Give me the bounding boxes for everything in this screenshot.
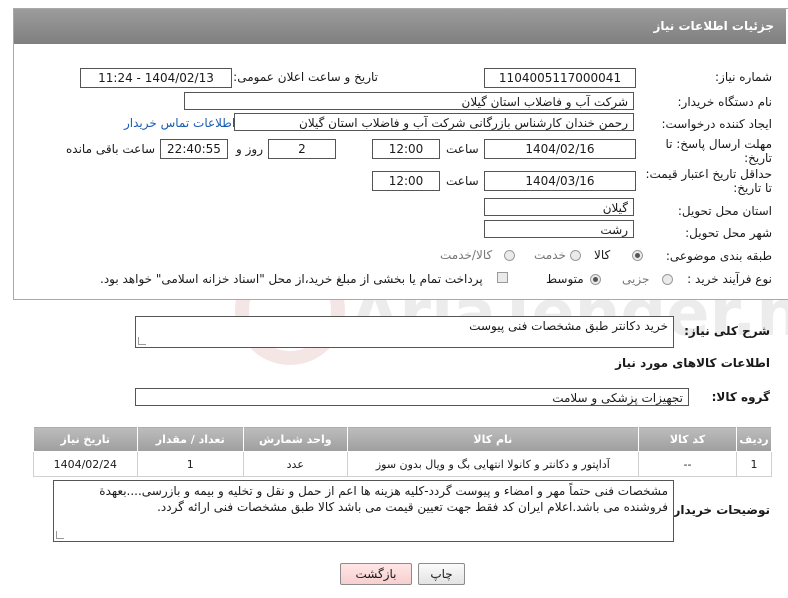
days-field[interactable]: 2	[268, 139, 336, 159]
category-radio-service[interactable]	[570, 250, 581, 261]
process-option-minor: جزیی	[622, 272, 650, 286]
panel-header: جزئیات اطلاعات نیاز	[14, 9, 786, 44]
buyer-notes-text: مشخصات فنی حتماً مهر و امضاء و پیوست گرد…	[99, 484, 668, 514]
creator-field[interactable]: رحمن خندان کارشناس بازرگانی شرکت آب و فا…	[234, 113, 634, 131]
notes-resize-handle[interactable]	[56, 531, 64, 539]
summary-label: شرح کلی نیاز:	[684, 324, 770, 338]
deadline-label-2: تاریخ:	[744, 151, 772, 165]
cell-quantity: 1	[136, 451, 244, 477]
process-radio-medium[interactable]	[590, 274, 601, 285]
deadline-time-label: ساعت	[446, 142, 479, 156]
cell-row: 1	[736, 451, 772, 477]
validity-label-1: حداقل تاریخ اعتبار قیمت:	[645, 167, 772, 181]
print-button[interactable]: چاپ	[418, 563, 465, 585]
validity-time-field[interactable]: 12:00	[372, 171, 440, 191]
col-unit: واحد شمارش	[242, 426, 348, 452]
validity-date-field[interactable]: 1404/03/16	[484, 171, 636, 191]
need-number-label: شماره نیاز:	[715, 70, 772, 84]
process-radio-minor[interactable]	[662, 274, 673, 285]
buyer-contact-link[interactable]: اطلاعات تماس خریدار	[124, 116, 235, 130]
need-number-field[interactable]: 1104005117000041	[484, 68, 636, 88]
days-label: روز و	[236, 142, 263, 156]
validity-time-label: ساعت	[446, 174, 479, 188]
payment-note: پرداخت تمام یا بخشی از مبلغ خرید،از محل …	[100, 272, 483, 286]
city-field[interactable]: رشت	[484, 220, 634, 238]
goods-info-title: اطلاعات کالاهای مورد نیاز	[615, 356, 770, 370]
cell-need-date: 1404/02/24	[33, 451, 138, 477]
table-header-row: تاریخ نیاز تعداد / مقدار واحد شمارش نام …	[33, 426, 772, 452]
buyer-notes-field[interactable]: مشخصات فنی حتماً مهر و امضاء و پیوست گرد…	[53, 480, 674, 542]
deadline-date-field[interactable]: 1404/02/16	[484, 139, 636, 159]
category-option-both: کالا/خدمت	[440, 248, 493, 262]
category-option-service: خدمت	[534, 248, 566, 262]
deadline-time-field[interactable]: 12:00	[372, 139, 440, 159]
category-label: طبقه بندی موضوعی:	[665, 249, 772, 263]
col-item-code: کد کالا	[637, 426, 738, 452]
summary-text: خرید دکانتر طبق مشخصات فنی پیوست	[469, 319, 668, 333]
buyer-org-field[interactable]: شرکت آب و فاضلاب استان گیلان	[184, 92, 634, 110]
cell-item-code: --	[637, 451, 738, 477]
category-option-goods: کالا	[594, 248, 611, 262]
back-button[interactable]: بازگشت	[340, 563, 412, 585]
announce-label: تاریخ و ساعت اعلان عمومی:	[233, 70, 378, 84]
category-radio-both[interactable]	[504, 250, 515, 261]
col-row: ردیف	[736, 426, 772, 452]
process-label: نوع فرآیند خرید :	[687, 272, 772, 286]
remaining-time-field[interactable]: 22:40:55	[160, 139, 228, 159]
cell-item-name: آداپتور و دکانتر و کانولا انتهایی بگ و و…	[346, 451, 639, 477]
goods-group-field[interactable]: تجهیزات پزشکی و سلامت	[135, 388, 689, 406]
remaining-label: ساعت باقی مانده	[66, 142, 156, 156]
cell-unit: عدد	[242, 451, 348, 477]
resize-handle[interactable]	[138, 337, 146, 345]
category-radio-goods[interactable]	[632, 250, 643, 261]
city-label: شهر محل تحویل:	[685, 226, 772, 240]
announce-field[interactable]: 1404/02/13 - 11:24	[80, 68, 232, 88]
creator-label: ایجاد کننده درخواست:	[661, 117, 772, 131]
summary-field[interactable]: خرید دکانتر طبق مشخصات فنی پیوست	[135, 316, 674, 348]
col-quantity: تعداد / مقدار	[136, 426, 244, 452]
validity-label-2: تا تاریخ:	[733, 181, 772, 195]
table-row[interactable]: 1404/02/24 1 عدد آداپتور و دکانتر و کانو…	[33, 451, 772, 477]
col-item-name: نام کالا	[346, 426, 639, 452]
items-table: تاریخ نیاز تعداد / مقدار واحد شمارش نام …	[33, 426, 772, 477]
panel-title: جزئیات اطلاعات نیاز	[653, 19, 774, 33]
province-field[interactable]: گیلان	[484, 198, 634, 216]
process-option-medium: متوسط	[546, 272, 584, 286]
goods-group-label: گروه کالا:	[711, 390, 770, 404]
deadline-label-1: مهلت ارسال پاسخ: تا	[665, 137, 772, 151]
buyer-org-label: نام دستگاه خریدار:	[677, 95, 773, 109]
col-need-date: تاریخ نیاز	[33, 426, 138, 452]
payment-checkbox[interactable]	[497, 272, 508, 283]
province-label: استان محل تحویل:	[677, 204, 772, 218]
buyer-notes-label: توضیحات خریدار:	[668, 503, 770, 517]
